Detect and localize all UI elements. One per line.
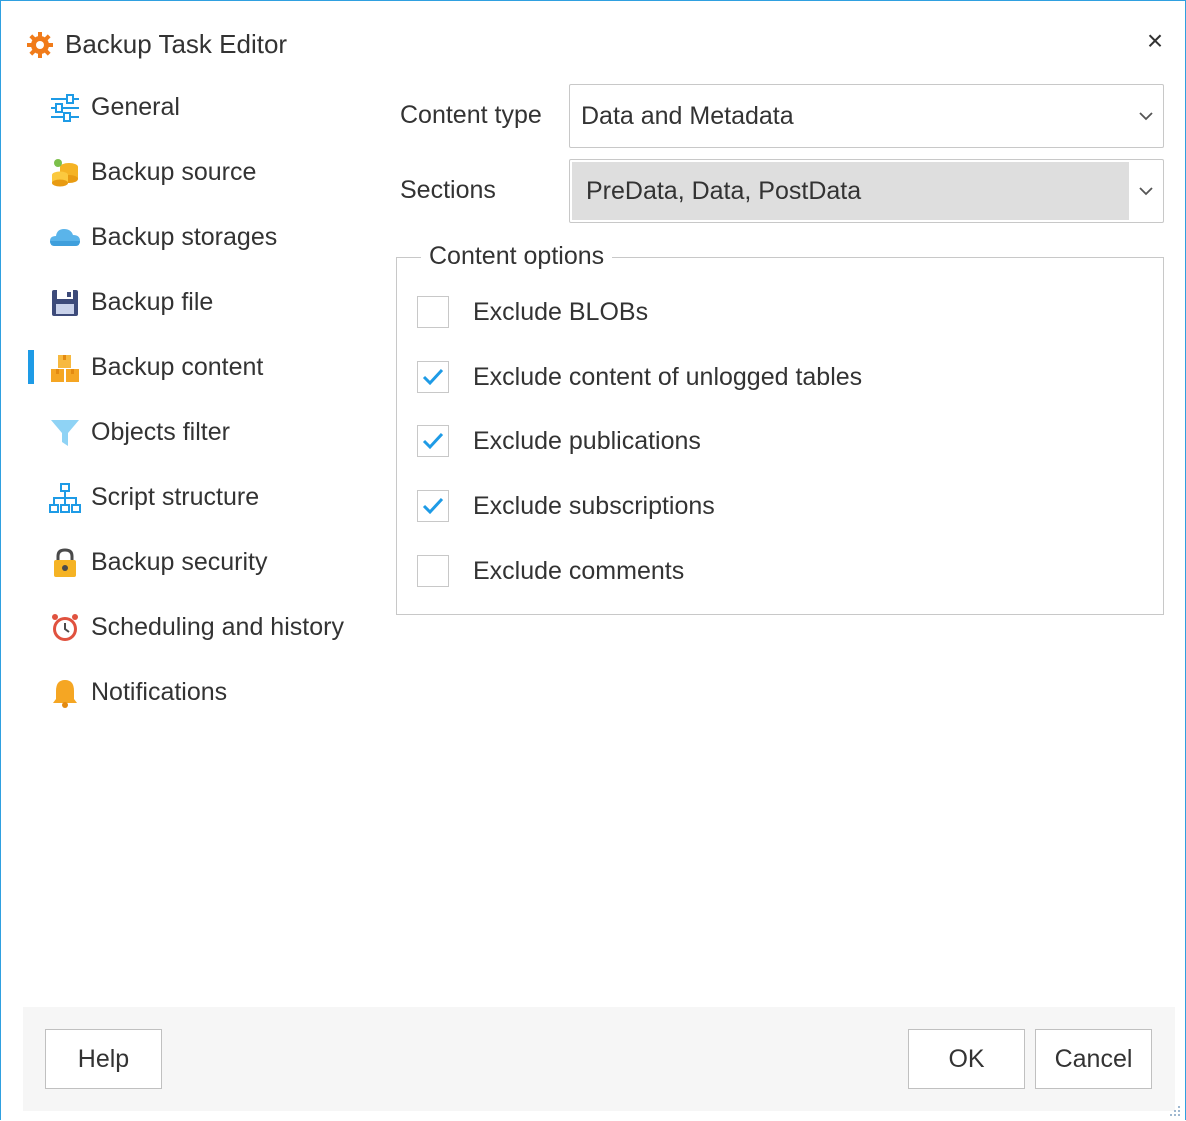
sidebar-item-backup-security[interactable]: Backup security — [23, 531, 393, 596]
backup-task-editor-window: Backup Task Editor × General Backup sour… — [0, 0, 1186, 1120]
window-title: Backup Task Editor — [65, 29, 288, 59]
sidebar-item-backup-source[interactable]: Backup source — [23, 141, 393, 206]
sidebar-item-scheduling-and-history[interactable]: Scheduling and history — [23, 596, 393, 661]
sidebar-item-label: Script structure — [91, 483, 260, 511]
checkbox-exclude-comments[interactable] — [417, 555, 449, 587]
dialog-footer: Help OK Cancel — [23, 1007, 1175, 1111]
alarm-clock-icon — [52, 614, 78, 641]
sidebar-item-label: Backup file — [91, 288, 214, 316]
sidebar-item-label: Backup content — [91, 353, 264, 381]
sections-value: PreData, Data, PostData — [586, 177, 862, 205]
ok-button[interactable]: OK — [908, 1029, 1025, 1089]
checkbox-exclude-subscriptions[interactable] — [417, 490, 449, 522]
sidebar-item-backup-content[interactable]: Backup content — [23, 336, 393, 401]
cloud-icon — [50, 229, 80, 246]
content-type-label: Content type — [400, 101, 542, 129]
coins-icon — [52, 159, 78, 187]
sidebar-item-label: Backup storages — [91, 223, 278, 251]
sidebar-item-label: Scheduling and history — [91, 613, 344, 641]
sliders-icon — [51, 94, 79, 122]
option-label: Exclude comments — [473, 557, 685, 585]
bell-icon — [53, 680, 77, 708]
hierarchy-icon — [49, 483, 81, 513]
sidebar-item-backup-file[interactable]: Backup file — [23, 271, 393, 336]
help-button[interactable]: Help — [45, 1029, 162, 1089]
checkmark-icon — [422, 368, 444, 386]
title-bar: Backup Task Editor × — [1, 1, 1185, 81]
floppy-disk-icon — [52, 290, 78, 316]
sidebar-item-general[interactable]: General — [23, 76, 393, 141]
checkbox-exclude-publications[interactable] — [417, 425, 449, 457]
sections-dropdown[interactable]: PreData, Data, PostData — [569, 159, 1164, 223]
chevron-down-icon — [1139, 112, 1153, 121]
content-options-legend: Content options — [421, 239, 613, 273]
sidebar-item-label: General — [91, 93, 180, 121]
sidebar-item-backup-storages[interactable]: Backup storages — [23, 206, 393, 271]
option-label: Exclude subscriptions — [473, 492, 715, 520]
sidebar-item-label: Backup source — [91, 158, 257, 186]
cancel-button[interactable]: Cancel — [1035, 1029, 1152, 1089]
sidebar-item-objects-filter[interactable]: Objects filter — [23, 401, 393, 466]
sidebar-item-label: Objects filter — [91, 418, 230, 446]
sidebar-nav: General Backup source Backup storages Ba… — [23, 76, 393, 726]
content-type-value: Data and Metadata — [581, 102, 794, 130]
checkmark-icon — [422, 497, 444, 515]
funnel-icon — [51, 420, 79, 446]
checkmark-icon — [422, 432, 444, 450]
checkbox-exclude-unlogged-tables[interactable] — [417, 361, 449, 393]
resize-grip-icon[interactable] — [1167, 1104, 1181, 1118]
sidebar-item-notifications[interactable]: Notifications — [23, 661, 393, 726]
gear-icon — [27, 32, 53, 58]
checkbox-exclude-blobs[interactable] — [417, 296, 449, 328]
option-label: Exclude BLOBs — [473, 298, 649, 326]
sidebar-item-script-structure[interactable]: Script structure — [23, 466, 393, 531]
sidebar-item-label: Notifications — [91, 678, 228, 706]
content-type-dropdown[interactable]: Data and Metadata — [569, 84, 1164, 148]
padlock-icon — [54, 548, 76, 577]
chevron-down-icon — [1139, 187, 1153, 196]
boxes-icon — [51, 355, 79, 382]
close-button[interactable]: × — [1141, 27, 1169, 55]
sections-label: Sections — [400, 176, 496, 204]
active-indicator — [28, 350, 34, 384]
sidebar-item-label: Backup security — [91, 548, 268, 576]
option-label: Exclude content of unlogged tables — [473, 363, 863, 391]
option-label: Exclude publications — [473, 427, 701, 455]
